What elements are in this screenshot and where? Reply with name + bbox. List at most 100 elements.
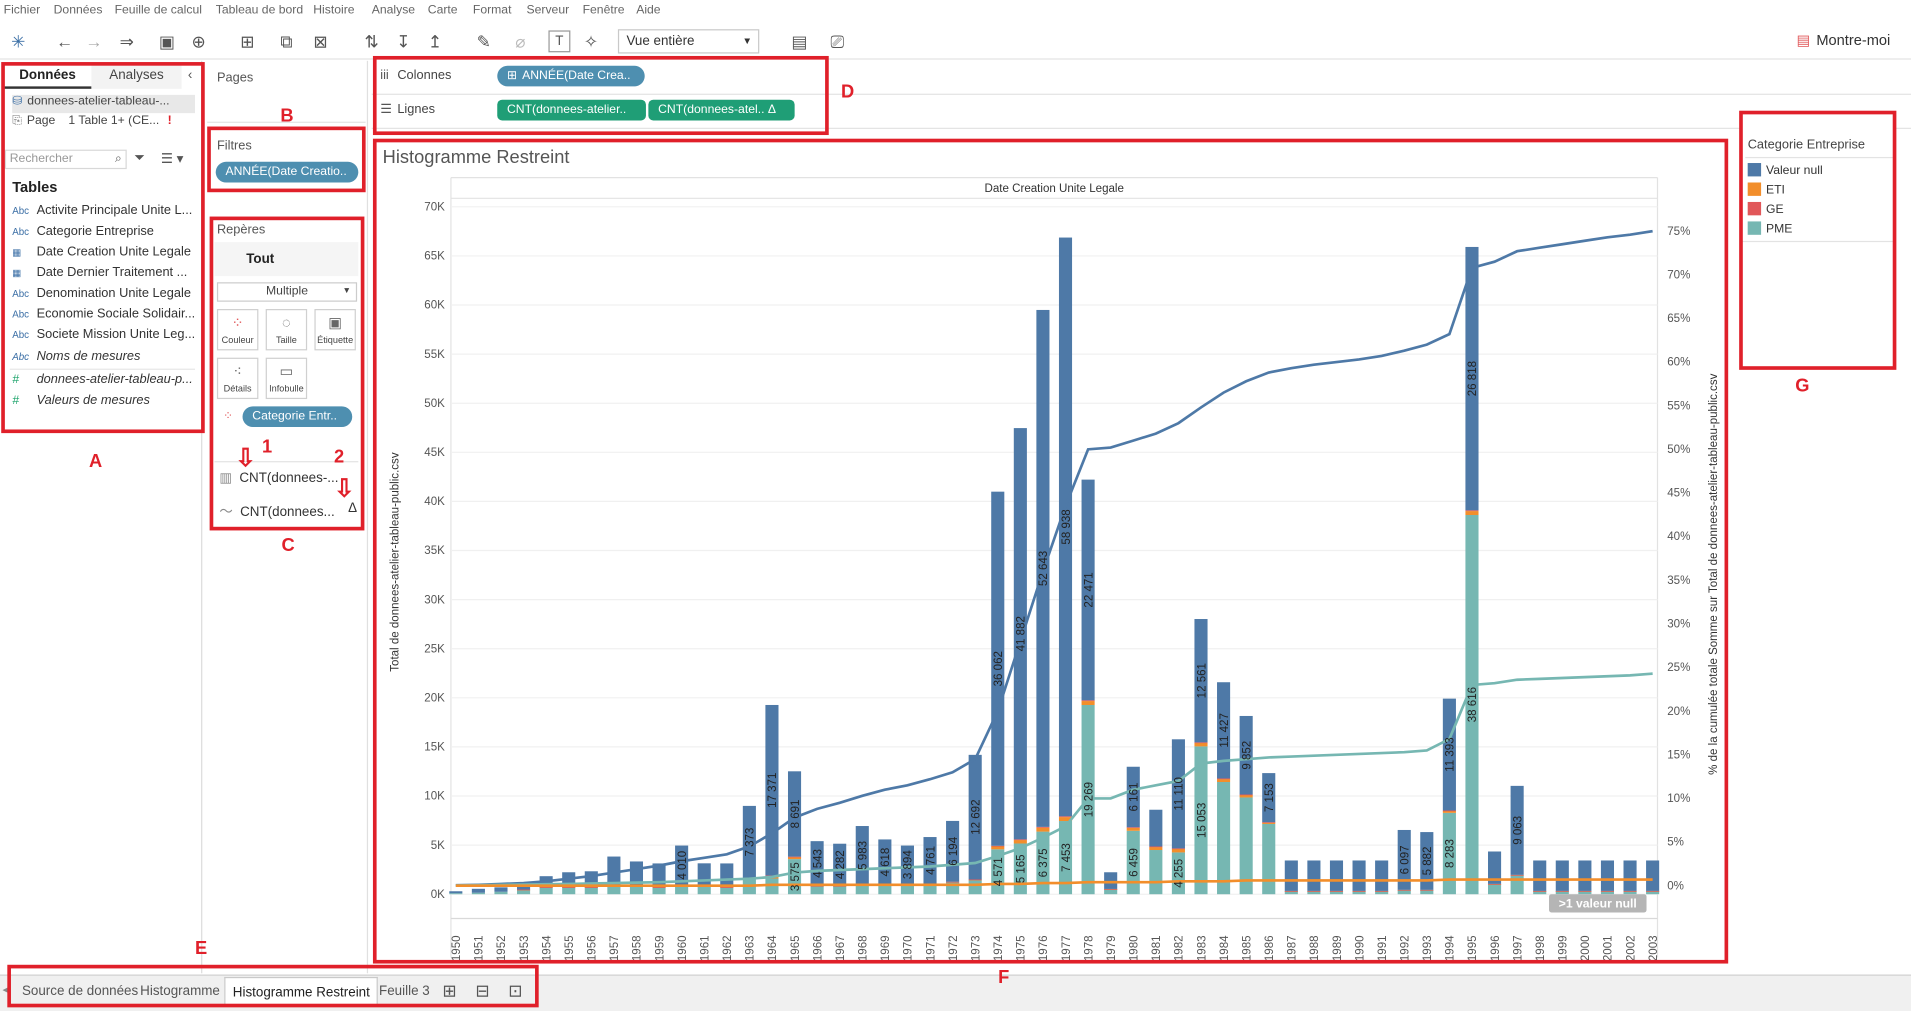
field-item[interactable]: Abc Societe Mission Unite Leg... [12,327,195,342]
list-view-icon[interactable]: ☰ ▾ [161,151,183,167]
toolbar: ✳ ← → ⇒ ▣ ⊕ ⊞ ⧉ ⊠ ⇅ ↧ ↥ ✎ ⌀ T ✧ Vue enti… [0,23,1911,60]
sort-asc-icon[interactable]: ↧ [392,30,414,52]
label-button-label: Étiquette [317,334,354,346]
tab-histogramme[interactable]: Histogramme [133,977,227,1006]
bar-segment [1397,890,1411,895]
tab-data[interactable]: Données [3,63,92,89]
menu-fichier[interactable]: Fichier [4,4,41,17]
view-select[interactable]: Vue entière ▼ [617,29,760,54]
menu-tableau-de-bord[interactable]: Tableau de bord [216,4,303,17]
tab-analytics[interactable]: Analyses [91,63,182,89]
menu-carte[interactable]: Carte [428,4,458,17]
pin-icon[interactable]: ✧ [580,30,602,52]
field-item[interactable]: Abc Economie Sociale Solidair... [12,307,195,322]
field-item[interactable]: ▦ Date Dernier Traitement ... [12,265,187,280]
sort-desc-icon[interactable]: ↥ [424,30,446,52]
add-datasource-icon[interactable]: ⊕ [188,30,210,52]
bar-segment [1646,890,1660,892]
menu-format[interactable]: Format [473,4,512,17]
swap-icon[interactable]: ⇅ [361,30,383,52]
size-button[interactable]: ◌ Taille [265,309,308,351]
annotation-label-d: D [840,81,855,103]
redo-icon[interactable]: → [83,30,105,52]
x-tick-label: 1958 [632,935,644,961]
bar-value-label: 6 375 [1038,848,1050,877]
bar-segment [1036,826,1050,828]
bar-segment [539,887,553,895]
menu-serveur[interactable]: Serveur [527,4,570,17]
filter-pill-annee[interactable]: ANNÉE(Date Creatio.. [215,161,359,183]
datasource-item[interactable]: ⛁ donnees-atelier-tableau-... [12,94,195,114]
show-me-button[interactable]: ▤ Montre-moi [1796,32,1890,49]
menu-feuille[interactable]: Feuille de calcul [115,4,202,17]
x-tick-label: 1975 [1016,935,1028,961]
bar-value-label: 11 110 [1174,777,1186,811]
bar-value-label: 5 165 [1016,854,1028,883]
collapse-icon[interactable]: ‹ [182,63,199,89]
new-dashboard-icon[interactable]: ⊟ [475,981,489,1002]
group-icon[interactable]: ⌀ [509,30,531,52]
marks-layer-line[interactable]: 〜 CNT(donnees... Δ [219,501,359,520]
new-worksheet-icon[interactable]: ⊞ [442,981,456,1002]
new-worksheet-icon[interactable]: ⊞ [234,30,261,52]
legend-label: PME [1765,222,1793,237]
presentation-icon[interactable]: ⎚ [826,30,848,52]
x-tick-label: 1985 [1241,935,1253,961]
columns-pill-annee[interactable]: ⊞ ANNÉE(Date Crea.. [497,65,645,87]
detail-button[interactable]: ⁖ Détails [216,357,259,400]
tab-scroll-icon[interactable]: ◂ [2,983,8,996]
warning-icon: ! [167,114,172,128]
field-item[interactable]: # Valeurs de mesures [12,393,150,408]
bar-segment [1284,890,1298,892]
y-tick-label: 20K [424,692,445,704]
rows-pill-count-1[interactable]: CNT(donnees-atelier.. [497,99,646,121]
clear-sheet-icon[interactable]: ⊠ [307,30,334,52]
filter-icon[interactable]: ⏷ [134,151,145,167]
mark-type-select[interactable]: Multiple ▼ [216,282,358,302]
menu-donnees[interactable]: Données [54,4,103,17]
show-cards-icon[interactable]: ▤ [786,30,813,52]
y-tick-label: 5K [431,840,445,852]
field-item[interactable]: ▦ Date Creation Unite Legale [12,245,191,260]
label-button[interactable]: ▣ Étiquette [314,309,356,351]
new-story-icon[interactable]: ⊡ [508,981,522,1002]
undo-icon[interactable]: ← [54,30,76,52]
field-item[interactable]: # donnees-atelier-tableau-p... [12,372,193,387]
menu-histoire[interactable]: Histoire [313,4,354,17]
duplicate-icon[interactable]: ⧉ [275,30,297,52]
x-tick-label: 1994 [1445,935,1457,961]
marks-all-tab[interactable]: Tout [214,242,359,277]
tab-source-de-donnees[interactable]: Source de données [11,977,146,1006]
tab-histogramme-restreint[interactable]: Histogramme Restreint [224,976,379,1007]
bar-value-label: 15 053 [1196,803,1208,838]
field-item[interactable]: Abc Activite Principale Unite L... [12,203,192,218]
bar-segment [471,888,485,893]
color-pill-categorie[interactable]: Categorie Entr.. [242,406,353,428]
column-header: Date Creation Unite Legale [985,183,1124,195]
menu-aide[interactable]: Aide [636,4,660,17]
legend-item-ge[interactable]: GE [1747,201,1784,217]
menu-fenetre[interactable]: Fenêtre [583,4,625,17]
y2-tick-label: 45% [1667,488,1690,500]
highlight-icon[interactable]: ✎ [473,30,495,52]
tab-feuille-3[interactable]: Feuille 3 [372,977,437,1006]
search-input[interactable]: Rechercher ⌕ [4,149,127,170]
replay-icon[interactable]: ⇒ [112,30,141,52]
legend-item-eti[interactable]: ETI [1747,182,1785,198]
legend-swatch [1747,221,1762,235]
color-button[interactable]: ⁘ Couleur [216,309,259,351]
tooltip-button[interactable]: ▭ Infobulle [265,357,308,400]
save-icon[interactable]: ▣ [156,30,178,52]
rows-pill-count-2[interactable]: CNT(donnees-atel.. Δ [648,99,795,121]
legend-item-valeur-null[interactable]: Valeur null [1747,163,1823,178]
field-item[interactable]: Abc Denomination Unite Legale [12,286,191,301]
legend-label: ETI [1765,183,1785,198]
legend-item-pme[interactable]: PME [1747,221,1793,237]
field-item[interactable]: Abc Categorie Entreprise [12,224,154,239]
bar-segment [1081,700,1095,702]
bar-value-label: 4 282 [835,850,847,879]
labels-icon[interactable]: T [548,30,571,53]
field-item[interactable]: Abc Noms de mesures [12,349,140,364]
bar-segment [1262,823,1276,895]
menu-analyse[interactable]: Analyse [372,4,415,17]
